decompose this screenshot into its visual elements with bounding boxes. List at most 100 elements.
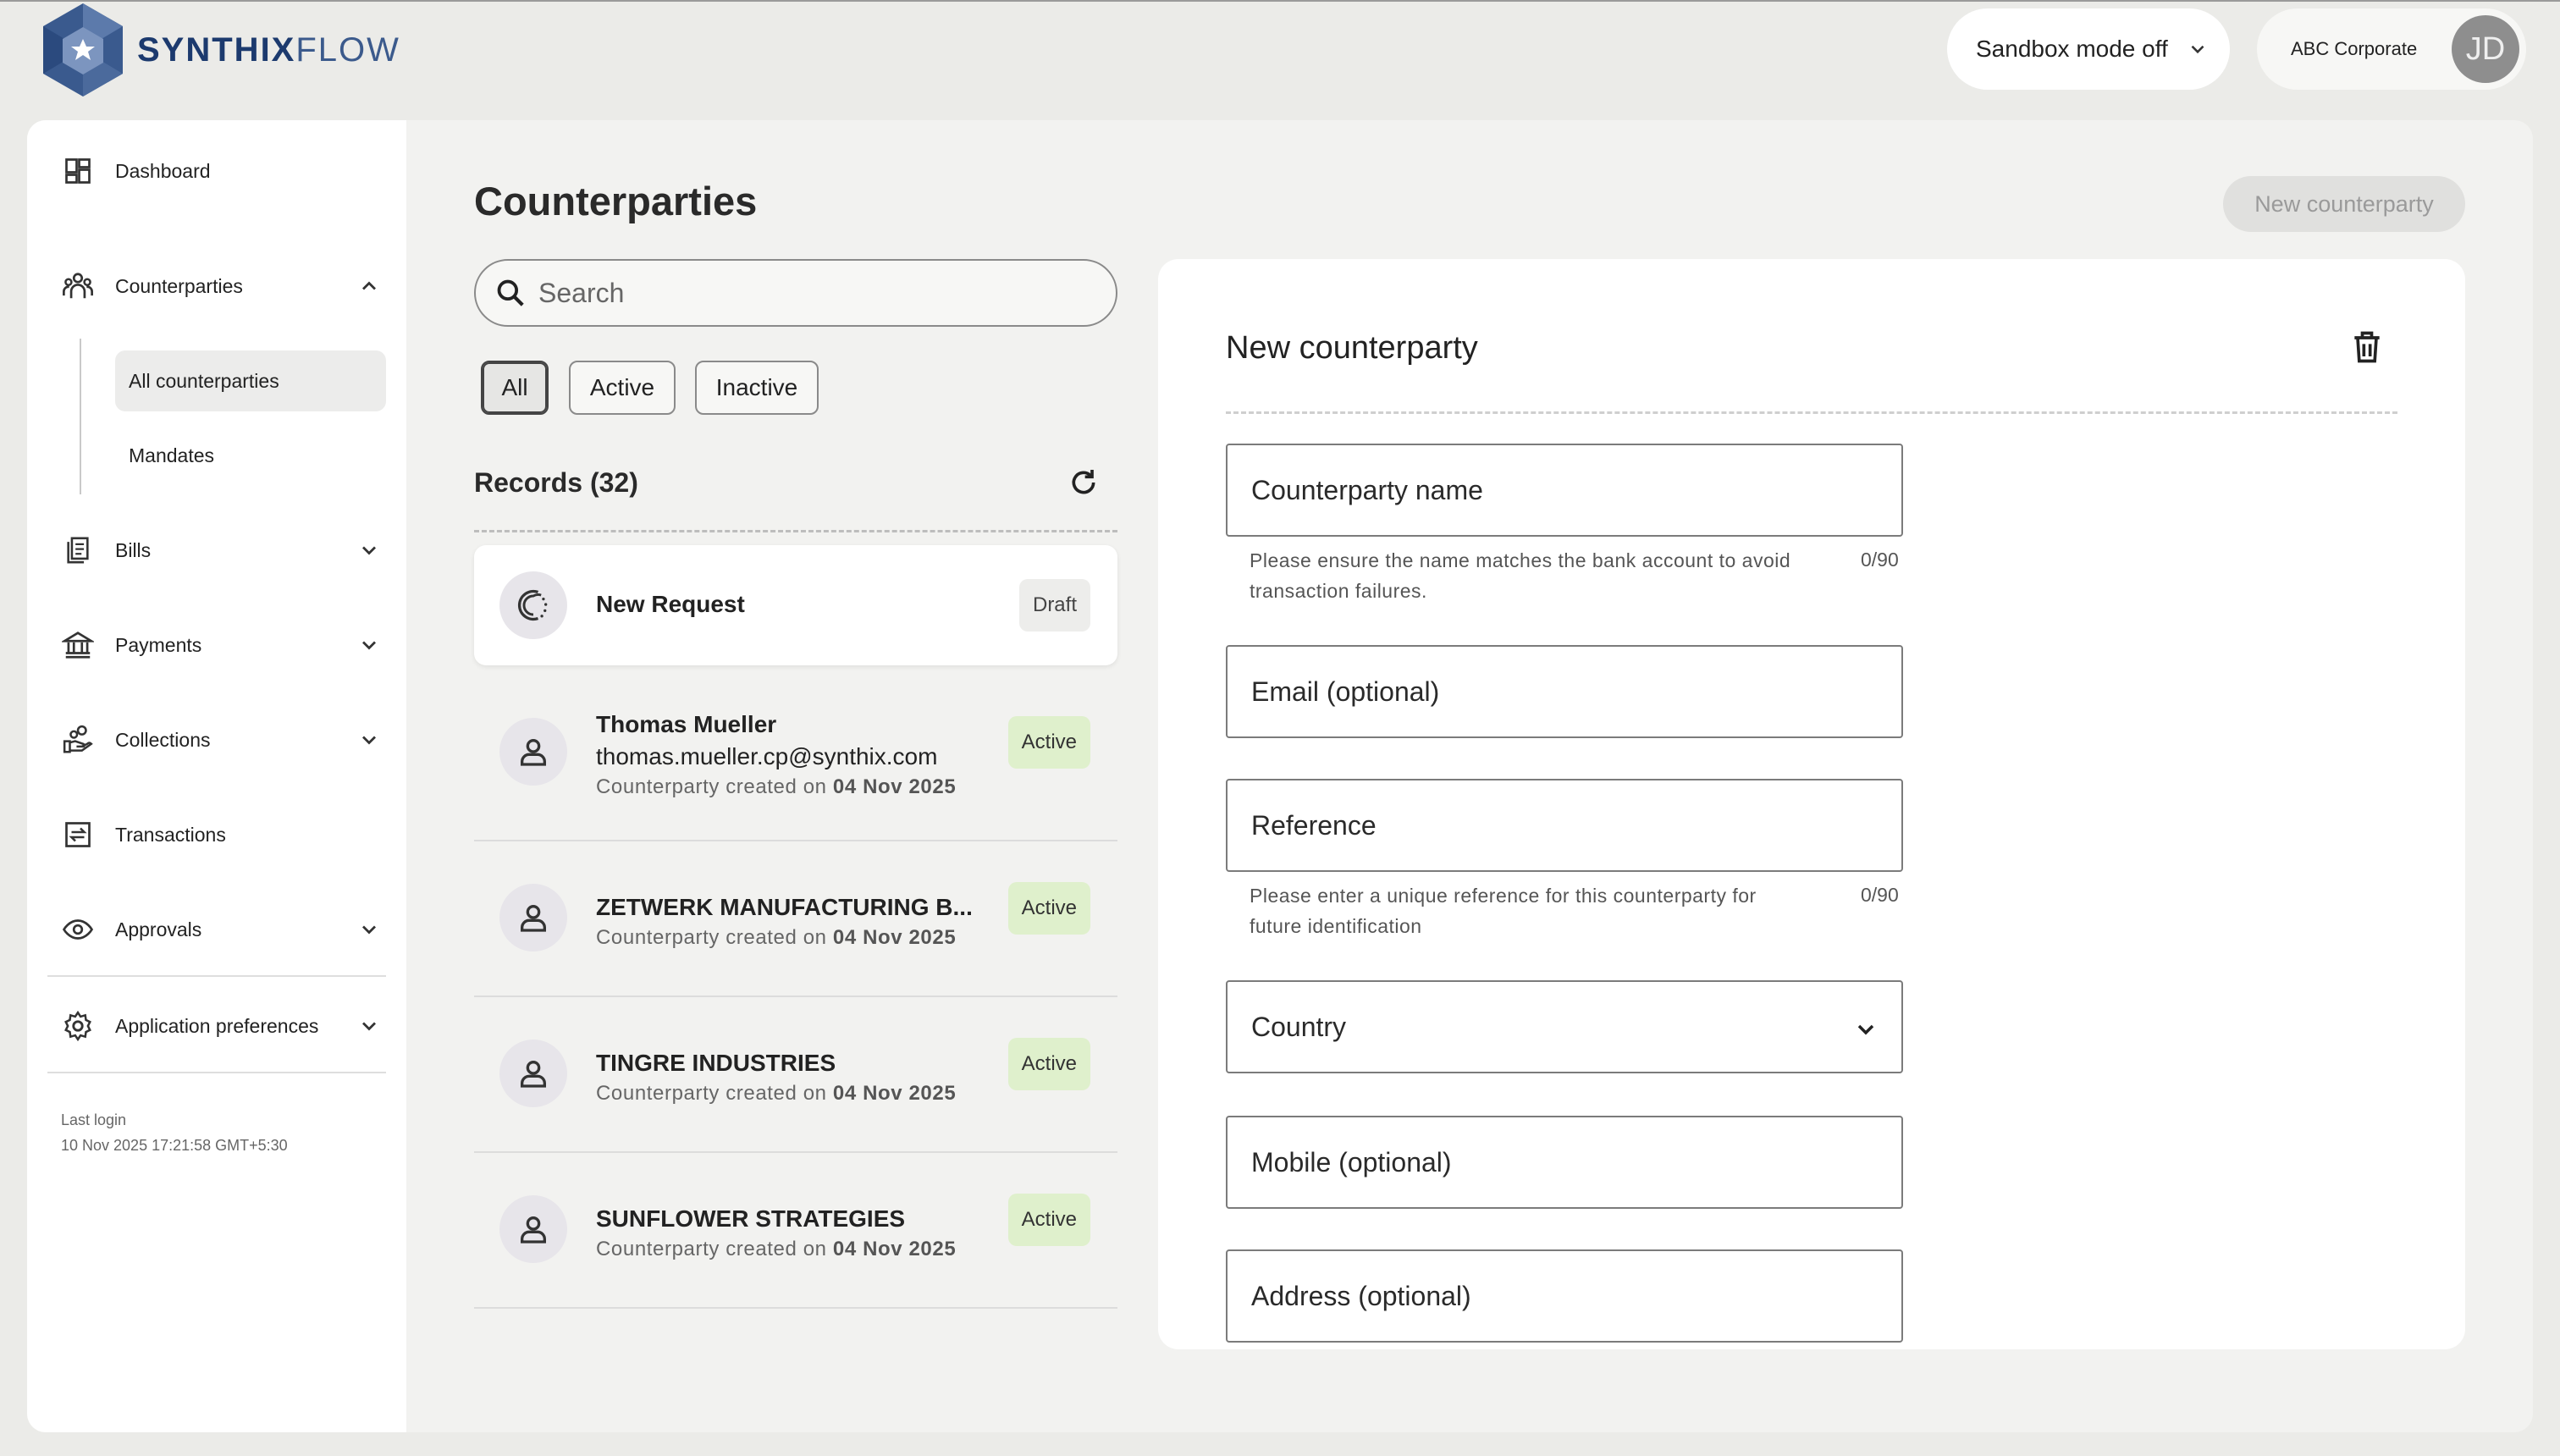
panel-title: New counterparty — [1226, 330, 1478, 366]
new-counterparty-button[interactable]: New counterparty — [2223, 176, 2465, 232]
refresh-icon[interactable] — [1067, 466, 1101, 499]
sidebar-item-label: Payments — [115, 633, 202, 656]
filter-chip-all[interactable]: All — [481, 361, 549, 415]
bank-icon — [61, 628, 95, 662]
sidebar-item-label: Approvals — [115, 918, 202, 940]
search-bar[interactable] — [474, 259, 1117, 327]
user-icon — [499, 1195, 567, 1263]
logo-hexagon-icon — [43, 3, 123, 97]
avatar[interactable]: JD — [2452, 15, 2519, 83]
last-login: Last login 10 Nov 2025 17:21:58 GMT+5:30 — [61, 1107, 288, 1158]
sidebar-item-label: Bills — [115, 538, 152, 561]
list-item-meta: Counterparty created on 04 Nov 2025 — [596, 1238, 957, 1260]
status-badge: Active — [1007, 716, 1090, 769]
list-item[interactable]: SUNFLOWER STRATEGIES Counterparty create… — [474, 1153, 1117, 1307]
last-login-value: 10 Nov 2025 17:21:58 GMT+5:30 — [61, 1137, 288, 1154]
org-name: ABC Corporate — [2291, 38, 2418, 59]
list-item-name: Thomas Mueller — [596, 711, 777, 737]
status-badge: Active — [1007, 1194, 1090, 1246]
records-count: Records (32) — [474, 467, 638, 498]
sidebar-item-label: Counterparties — [115, 274, 243, 297]
list-item[interactable]: TINGRE INDUSTRIES Counterparty created o… — [474, 997, 1117, 1151]
chevron-down-icon[interactable] — [357, 633, 381, 657]
filter-chip-inactive[interactable]: Inactive — [695, 361, 819, 415]
list-item-meta: Counterparty created on 04 Nov 2025 — [596, 1082, 957, 1105]
people-icon — [61, 269, 95, 303]
row-divider — [474, 1307, 1117, 1309]
brand-logo[interactable]: SYNTHIXFLOW — [39, 2, 400, 98]
sidebar: Dashboard Counterparties All counterpart… — [27, 120, 406, 1432]
sidebar-subitem-label: Mandates — [129, 444, 215, 466]
sidebar-divider — [47, 975, 386, 977]
list-item-meta: Counterparty created on 04 Nov 2025 — [596, 926, 957, 949]
list-item-name: SUNFLOWER STRATEGIES — [596, 1205, 906, 1232]
eye-icon — [61, 913, 95, 946]
reference-helper-text: Please enter a unique reference for this… — [1250, 885, 1757, 937]
list-item[interactable]: Thomas Mueller thomas.mueller.cp@synthix… — [474, 679, 1117, 840]
name-helper-text: Please ensure the name matches the bank … — [1250, 549, 1791, 602]
user-icon — [499, 718, 567, 786]
mobile-field[interactable]: Mobile (optional) — [1226, 1116, 1903, 1209]
country-select-label: Country — [1251, 1011, 1347, 1042]
chevron-down-icon[interactable] — [357, 918, 381, 941]
chevron-down-icon[interactable] — [357, 538, 381, 562]
page-title: Counterparties — [474, 179, 758, 223]
list-divider — [474, 530, 1117, 532]
sidebar-item-collections[interactable]: Collections — [61, 714, 400, 765]
country-select[interactable]: Country — [1226, 980, 1903, 1073]
sidebar-item-bills[interactable]: Bills — [61, 525, 400, 576]
app-shell: Dashboard Counterparties All counterpart… — [27, 120, 2533, 1432]
sidebar-subitem-mandates[interactable]: Mandates — [115, 425, 386, 486]
list-item-name: ZETWERK MANUFACTURING B... — [596, 894, 973, 920]
new-counterparty-panel: New counterparty Counterparty name Pleas… — [1158, 259, 2465, 1349]
user-icon — [499, 1040, 567, 1107]
sandbox-mode-label: Sandbox mode off — [1976, 36, 2168, 62]
reference-field[interactable]: Reference — [1226, 779, 1903, 872]
hand-coins-icon — [61, 723, 95, 757]
account-menu[interactable]: ABC Corporate JD — [2257, 8, 2526, 90]
list-item[interactable]: ZETWERK MANUFACTURING B... Counterparty … — [474, 841, 1117, 995]
sidebar-subitem-label: All counterparties — [129, 369, 279, 392]
sidebar-item-label: Dashboard — [115, 159, 211, 182]
bills-icon — [61, 533, 95, 567]
search-icon — [497, 279, 524, 306]
chevron-down-icon — [1857, 1024, 1874, 1035]
search-input[interactable] — [538, 277, 1080, 309]
request-icon — [499, 571, 567, 639]
user-icon — [499, 884, 567, 951]
sidebar-subitem-all-counterparties[interactable]: All counterparties — [115, 350, 386, 411]
brand-name: SYNTHIXFLOW — [137, 30, 400, 69]
sidebar-divider — [47, 1072, 386, 1073]
chevron-down-icon — [2191, 45, 2204, 54]
sandbox-mode-dropdown[interactable]: Sandbox mode off — [1947, 8, 2230, 90]
sidebar-item-payments[interactable]: Payments — [61, 620, 400, 670]
panel-divider — [1226, 411, 2397, 414]
sidebar-item-label: Application preferences — [115, 1014, 319, 1037]
status-badge: Active — [1007, 1038, 1090, 1090]
sidebar-item-application-preferences[interactable]: Application preferences — [61, 1001, 400, 1051]
name-char-counter: 0/90 — [1861, 549, 1899, 571]
list-item-meta: Counterparty created on 04 Nov 2025 — [596, 775, 957, 798]
sidebar-item-approvals[interactable]: Approvals — [61, 904, 400, 955]
status-badge: Active — [1007, 882, 1090, 935]
sidebar-item-transactions[interactable]: Transactions — [61, 809, 400, 860]
gear-icon — [61, 1009, 95, 1043]
chevron-down-icon[interactable] — [357, 1014, 381, 1038]
trash-icon[interactable] — [2348, 328, 2386, 366]
sidebar-item-label: Transactions — [115, 823, 226, 846]
reference-char-counter: 0/90 — [1861, 884, 1899, 906]
address-field[interactable]: Address (optional) — [1226, 1249, 1903, 1343]
submenu-guide-line — [80, 339, 81, 494]
sidebar-item-dashboard[interactable]: Dashboard — [61, 146, 400, 196]
email-field[interactable]: Email (optional) — [1226, 645, 1903, 738]
list-item-email: thomas.mueller.cp@synthix.com — [596, 743, 938, 769]
status-badge: Draft — [1018, 579, 1090, 631]
list-item-draft[interactable]: New Request Draft — [474, 545, 1117, 665]
list-item-name: New Request — [596, 591, 745, 617]
counterparty-name-field[interactable]: Counterparty name — [1226, 444, 1903, 537]
chevron-down-icon[interactable] — [357, 728, 381, 752]
list-item-name: TINGRE INDUSTRIES — [596, 1050, 836, 1076]
chevron-up-icon[interactable] — [357, 274, 381, 298]
sidebar-item-counterparties[interactable]: Counterparties — [61, 261, 400, 312]
filter-chip-active[interactable]: Active — [569, 361, 676, 415]
